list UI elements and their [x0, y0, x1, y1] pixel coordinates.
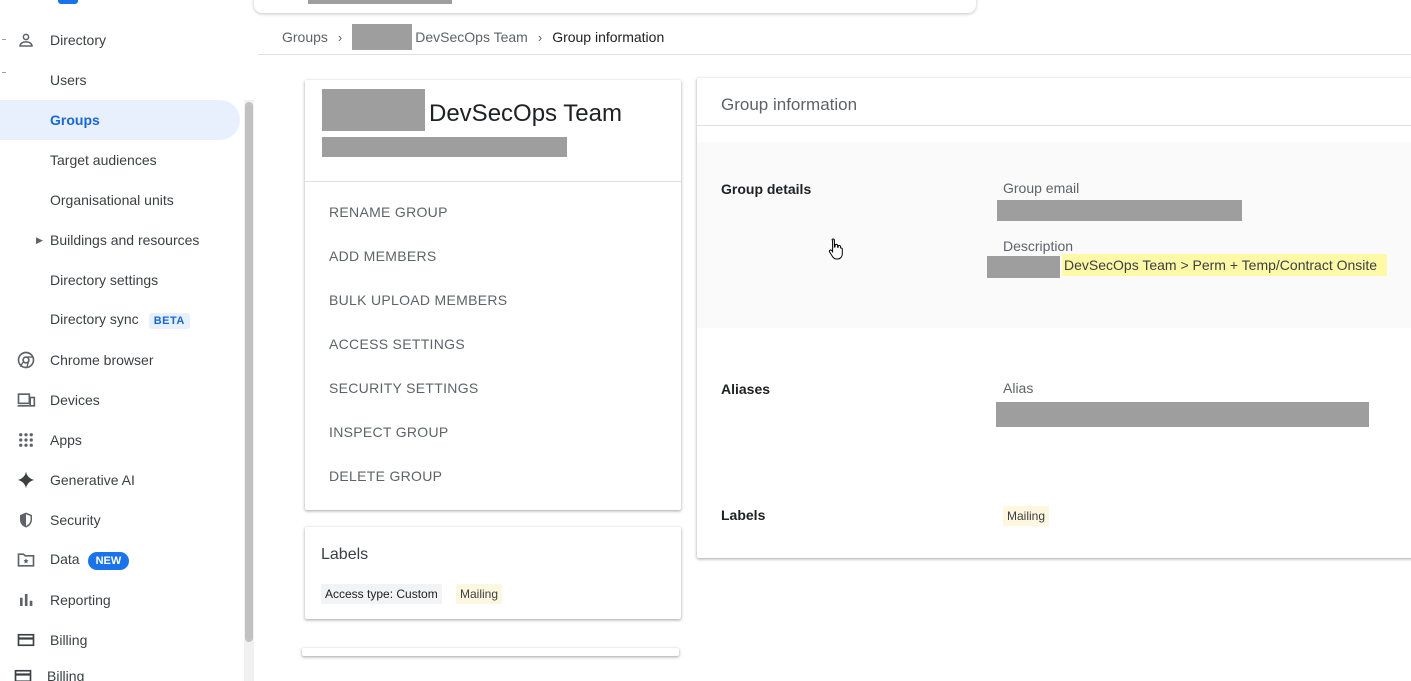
sidebar-item-label: Security	[50, 512, 101, 528]
group-summary-card: DevSecOps Team RENAME GROUP ADD MEMBERS …	[305, 80, 681, 510]
chevron-right-icon: ›	[537, 29, 543, 45]
sidebar-item-label: Data NEW	[50, 550, 130, 570]
sidebar-item-security[interactable]: Security	[0, 500, 240, 540]
group-email-label: Group email	[1003, 180, 1080, 196]
shield-icon	[16, 510, 36, 530]
sidebar-scrollbar-thumb[interactable]	[245, 102, 253, 642]
divider	[697, 125, 1411, 126]
apps-grid-icon	[16, 430, 36, 450]
sidebar-item-directory-sync[interactable]: Directory sync BETA	[0, 300, 240, 340]
sidebar-item-label: Devices	[50, 392, 100, 408]
alias-field-label: Alias	[1003, 380, 1034, 396]
sidebar-item-label: Apps	[50, 432, 82, 448]
sidebar-item-label: Users	[50, 72, 87, 88]
data-text: Data	[50, 550, 80, 567]
hand-cursor-icon	[828, 237, 844, 266]
sidebar-item-label: Directory settings	[50, 272, 159, 288]
group-name-title: DevSecOps Team	[429, 100, 622, 127]
access-settings-button[interactable]: ACCESS SETTINGS	[329, 336, 465, 352]
sidebar-item-organisational-units[interactable]: Organisational units	[0, 180, 240, 220]
admin-logo-icon	[58, 0, 78, 4]
billing-card-icon	[16, 630, 36, 650]
chevron-right-icon: ›	[337, 29, 343, 45]
divider	[305, 181, 681, 182]
labels-row-label: Labels	[721, 507, 766, 523]
inspect-group-button[interactable]: INSPECT GROUP	[329, 424, 449, 440]
bulk-upload-members-button[interactable]: BULK UPLOAD MEMBERS	[329, 292, 507, 308]
redacted-group-email-value	[997, 200, 1242, 221]
add-members-button[interactable]: ADD MEMBERS	[329, 248, 437, 264]
breadcrumb-groups-link[interactable]: Groups	[282, 29, 328, 45]
sidebar-item-buildings[interactable]: ▶ Buildings and resources	[0, 220, 240, 260]
bar-chart-icon	[16, 590, 36, 610]
sidebar-item-label: Billing	[50, 632, 88, 648]
sidebar-item-billing-duplicate[interactable]: Billing	[0, 656, 237, 681]
group-details-section[interactable]	[697, 142, 1411, 328]
caret-right-icon[interactable]: ▶	[36, 235, 43, 246]
sidebar-item-label: Billing	[47, 668, 85, 681]
new-badge: NEW	[87, 551, 130, 570]
devices-icon	[16, 390, 36, 410]
breadcrumb: Groups › DevSecOps Team › Group informat…	[282, 24, 664, 50]
sidebar-item-generative-ai[interactable]: Generative AI	[0, 460, 240, 500]
aliases-label: Aliases	[721, 381, 771, 397]
label-chip-mailing: Mailing	[456, 584, 503, 604]
redacted-breadcrumb-text	[352, 24, 413, 50]
breadcrumb-current: Group information	[552, 29, 665, 45]
label-chip-mailing: Mailing	[1003, 506, 1050, 526]
rename-group-button[interactable]: RENAME GROUP	[329, 204, 448, 220]
sidebar-item-label: Target audiences	[50, 152, 157, 168]
labels-card-title: Labels	[321, 546, 369, 563]
redacted-group-email	[322, 137, 567, 157]
sidebar-item-reporting[interactable]: Reporting	[0, 580, 240, 620]
sidebar-item-label: Groups	[50, 112, 100, 128]
redacted-group-prefix	[322, 89, 425, 131]
sidebar-item-directory-settings[interactable]: Directory settings	[0, 260, 240, 300]
group-details-label: Group details	[721, 181, 812, 197]
data-folder-icon	[16, 550, 36, 570]
sidebar-item-label: Buildings and resources	[50, 232, 200, 248]
sidebar-item-users[interactable]: Users	[0, 60, 240, 100]
redacted-search-text	[308, 0, 452, 4]
next-card-edge	[302, 648, 679, 656]
chrome-icon	[16, 350, 36, 370]
sidebar-item-groups[interactable]: Groups	[0, 100, 240, 140]
delete-group-button[interactable]: DELETE GROUP	[329, 468, 442, 484]
sidebar-item-label: Chrome browser	[50, 352, 154, 368]
sidebar-item-label: Directory	[50, 32, 107, 48]
sidebar: Directory Users Groups Target audiences …	[0, 0, 256, 681]
sidebar-item-billing[interactable]: Billing	[0, 620, 240, 660]
sidebar-item-directory[interactable]: Directory	[0, 20, 240, 60]
sparkle-icon	[16, 470, 36, 490]
redacted-description-prefix	[987, 256, 1060, 278]
sidebar-item-label: Generative AI	[50, 472, 135, 488]
breadcrumb-group-link[interactable]: DevSecOps Team	[415, 29, 528, 45]
billing-card-icon	[13, 666, 33, 681]
sidebar-item-label: Organisational units	[50, 192, 174, 208]
description-value: DevSecOps Team > Perm + Temp/Contract On…	[1062, 254, 1388, 276]
label-chip-access-type: Access type: Custom	[321, 584, 442, 604]
sidebar-item-data[interactable]: Data NEW	[0, 540, 240, 580]
redacted-alias-value	[996, 402, 1369, 427]
divider	[258, 54, 1411, 55]
sidebar-item-label: Reporting	[50, 592, 111, 608]
beta-badge: BETA	[148, 313, 190, 329]
sidebar-item-devices[interactable]: Devices	[0, 380, 240, 420]
security-settings-button[interactable]: SECURITY SETTINGS	[329, 380, 479, 396]
person-icon	[16, 30, 36, 50]
sidebar-item-label: Directory sync BETA	[50, 311, 190, 329]
sidebar-item-chrome-browser[interactable]: Chrome browser	[0, 340, 240, 380]
directory-sync-text: Directory sync	[50, 311, 139, 327]
sidebar-item-apps[interactable]: Apps	[0, 420, 240, 460]
group-information-panel: Group information Group details Group em…	[697, 78, 1411, 558]
sidebar-item-target-audiences[interactable]: Target audiences	[0, 140, 240, 180]
panel-title: Group information	[721, 95, 858, 114]
description-label: Description	[1003, 238, 1074, 254]
labels-card: Labels Access type: Custom Mailing	[305, 527, 681, 619]
